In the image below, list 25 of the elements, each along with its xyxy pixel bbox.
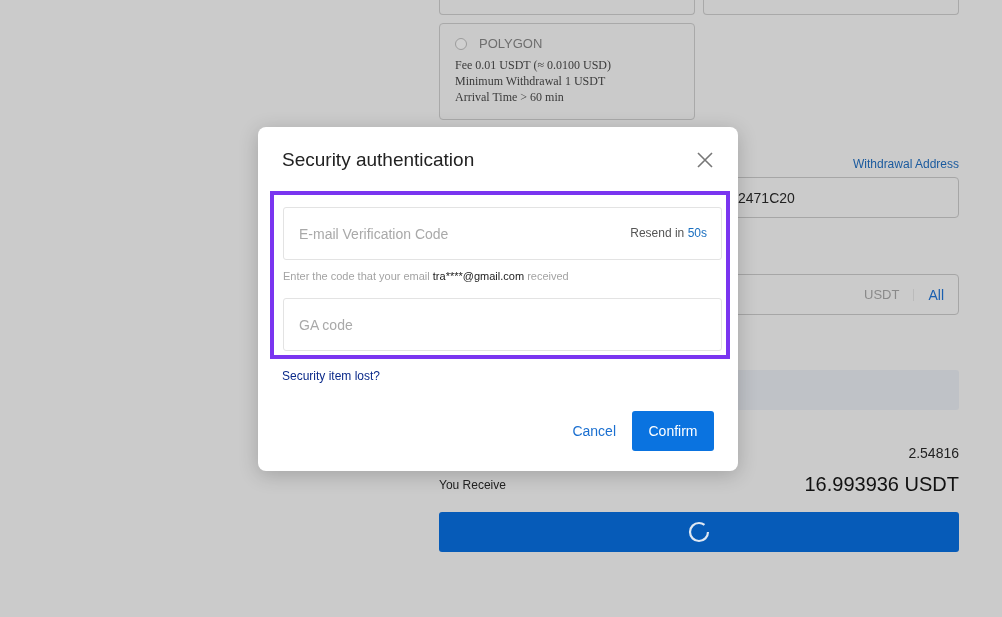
receive-label: You Receive [439, 477, 506, 492]
network-card[interactable]: POLYGON Fee 0.01 USDT (≈ 0.0100 USD) Minimum Withdrawal 1 USDT Arrival Time > 60 min [439, 23, 695, 120]
receive-amount: 16.993936 USDT [804, 473, 959, 496]
dialog-title: Security authentication [282, 149, 475, 171]
all-link[interactable]: All [928, 286, 944, 303]
ga-code-field[interactable]: GA code [283, 298, 722, 351]
address-value: 2471C20 [738, 189, 795, 206]
network-detail: Minimum Withdrawal 1 USDT [455, 73, 607, 89]
network-name: POLYGON [479, 36, 543, 51]
email-hint: Enter the code that your email tra****@gmail.com received [283, 270, 570, 282]
submit-button[interactable] [439, 512, 959, 552]
network-card[interactable] [439, 0, 695, 15]
confirm-button[interactable]: Confirm [632, 411, 714, 451]
network-card[interactable] [703, 0, 959, 15]
close-button[interactable] [696, 151, 714, 169]
radio-button[interactable] [455, 37, 467, 50]
network-detail: Fee 0.01 USDT (≈ 0.0100 USD) [455, 57, 613, 73]
security-lost-link[interactable]: Security item lost? [282, 369, 381, 383]
currency-unit: USDT [864, 287, 900, 302]
network-detail: Arrival Time > 60 min [455, 89, 565, 105]
fee-value: 2.54816 [908, 445, 959, 461]
resend-countdown: Resend in 50s [630, 226, 707, 240]
cancel-button[interactable]: Cancel [572, 423, 616, 439]
withdrawal-address-link[interactable]: Withdrawal Address [852, 157, 959, 171]
loading-spinner-icon [688, 521, 710, 543]
